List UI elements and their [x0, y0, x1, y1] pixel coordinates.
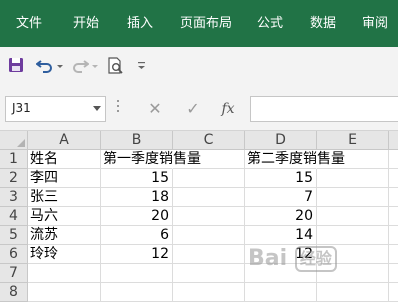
cell-b5[interactable]: 6	[101, 226, 173, 245]
tab-page-layout[interactable]: 页面布局	[180, 0, 232, 47]
row-header-1[interactable]: 1	[0, 150, 28, 169]
row-header-8[interactable]: 8	[0, 283, 28, 302]
undo-dropdown-icon[interactable]	[56, 57, 64, 77]
cell-a3[interactable]: 张三	[28, 188, 101, 207]
worksheet-grid: A B C D E 1 2 3 4 5 6 7 8 姓名 第一季度销售量 第二季…	[0, 131, 398, 304]
select-all-button[interactable]	[0, 131, 28, 150]
cell-f5[interactable]	[389, 226, 398, 245]
print-preview-icon[interactable]	[106, 57, 126, 77]
enter-icon[interactable]: ✓	[180, 96, 206, 122]
row-header-2[interactable]: 2	[0, 169, 28, 188]
column-header-f[interactable]	[389, 131, 398, 150]
ribbon-tab-bar: 文件 开始 插入 页面布局 公式 数据 审阅	[0, 0, 398, 47]
cell-d5[interactable]: 14	[245, 226, 317, 245]
customize-toolbar-icon[interactable]	[137, 57, 147, 77]
watermark-text: Bai	[248, 246, 288, 271]
cell-d2[interactable]: 15	[245, 169, 317, 188]
formula-bar-resize-handle[interactable]	[117, 100, 120, 118]
name-box[interactable]: J31	[5, 96, 106, 122]
redo-icon[interactable]	[71, 57, 90, 77]
cell-e5[interactable]	[317, 226, 389, 245]
column-header-c[interactable]: C	[173, 131, 245, 150]
formula-bar: J31 ✕ ✓ fx	[0, 87, 398, 131]
cell-b7[interactable]	[101, 264, 173, 283]
tab-formulas[interactable]: 公式	[257, 0, 283, 47]
tab-data[interactable]: 数据	[310, 0, 336, 47]
cell-c5[interactable]	[173, 226, 245, 245]
tab-review[interactable]: 审阅	[362, 0, 388, 47]
cell-b8[interactable]	[101, 283, 173, 302]
row-header-5[interactable]: 5	[0, 226, 28, 245]
cell-e4[interactable]	[317, 207, 389, 226]
cell-c6[interactable]	[173, 245, 245, 264]
chevron-down-icon[interactable]	[93, 106, 101, 111]
name-box-value: J31	[12, 101, 31, 115]
cell-b1[interactable]: 第一季度销售量	[101, 150, 201, 169]
cell-d8[interactable]	[245, 283, 317, 302]
cell-a6[interactable]: 玲玲	[28, 245, 101, 264]
cell-c4[interactable]	[173, 207, 245, 226]
cell-b6[interactable]: 12	[101, 245, 173, 264]
save-icon[interactable]	[8, 57, 26, 77]
cell-e2[interactable]	[317, 169, 389, 188]
cell-f7[interactable]	[389, 264, 398, 283]
cell-b3[interactable]: 18	[101, 188, 173, 207]
cell-c3[interactable]	[173, 188, 245, 207]
cell-f3[interactable]	[389, 188, 398, 207]
cell-f2[interactable]	[389, 169, 398, 188]
undo-icon[interactable]	[35, 57, 54, 77]
cell-f4[interactable]	[389, 207, 398, 226]
cell-e1[interactable]	[317, 150, 389, 169]
redo-dropdown-icon[interactable]	[91, 57, 99, 77]
tab-insert[interactable]: 插入	[127, 0, 153, 47]
cell-f8[interactable]	[389, 283, 398, 302]
watermark-box-text: 经验	[294, 246, 337, 272]
cell-a7[interactable]	[28, 264, 101, 283]
cell-d1[interactable]: 第二季度销售量	[245, 150, 345, 169]
tab-home[interactable]: 开始	[73, 0, 99, 47]
cell-b4[interactable]: 20	[101, 207, 173, 226]
cell-d4[interactable]: 20	[245, 207, 317, 226]
cell-a5[interactable]: 流苏	[28, 226, 101, 245]
cancel-icon[interactable]: ✕	[142, 96, 168, 122]
cell-c7[interactable]	[173, 264, 245, 283]
cell-a1[interactable]: 姓名	[28, 150, 101, 169]
cell-a2[interactable]: 李四	[28, 169, 101, 188]
cell-f1[interactable]	[389, 150, 398, 169]
cell-c2[interactable]	[173, 169, 245, 188]
cell-b2[interactable]: 15	[101, 169, 173, 188]
cell-c8[interactable]	[173, 283, 245, 302]
baidu-watermark: Bai 经验	[248, 246, 376, 278]
tab-file[interactable]: 文件	[16, 0, 42, 47]
formula-input[interactable]	[250, 96, 398, 122]
row-header-7[interactable]: 7	[0, 264, 28, 283]
column-header-b[interactable]: B	[101, 131, 173, 150]
insert-function-button[interactable]: fx	[215, 96, 241, 122]
cell-e8[interactable]	[317, 283, 389, 302]
column-header-d[interactable]: D	[245, 131, 317, 150]
cell-a4[interactable]: 马六	[28, 207, 101, 226]
cell-d3[interactable]: 7	[245, 188, 317, 207]
row-header-6[interactable]: 6	[0, 245, 28, 264]
quick-access-toolbar	[0, 47, 398, 87]
cell-f6[interactable]	[389, 245, 398, 264]
cell-c1[interactable]	[173, 150, 245, 169]
column-header-e[interactable]: E	[317, 131, 389, 150]
cell-e3[interactable]	[317, 188, 389, 207]
row-header-3[interactable]: 3	[0, 188, 28, 207]
column-header-a[interactable]: A	[28, 131, 101, 150]
cell-a8[interactable]	[28, 283, 101, 302]
row-header-4[interactable]: 4	[0, 207, 28, 226]
